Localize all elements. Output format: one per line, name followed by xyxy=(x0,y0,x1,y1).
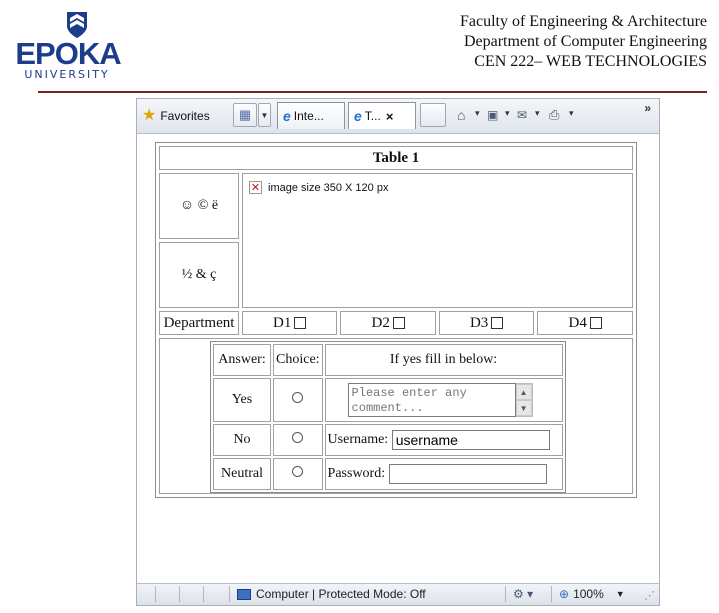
zoom-control[interactable]: ⊕ 100% ▼ xyxy=(559,587,625,601)
image-cell: ✕ image size 350 X 120 px xyxy=(242,173,633,308)
answer-table: Answer: Choice: If yes fill in below: Ye… xyxy=(210,341,566,493)
answer-form-cell: Answer: Choice: If yes fill in below: Ye… xyxy=(159,338,633,494)
department-d3-label: D3 xyxy=(469,314,489,331)
answer-header: Answer: xyxy=(213,344,271,376)
print-menu-icon[interactable]: ▾ xyxy=(569,108,574,119)
mail-icon[interactable]: ✉ xyxy=(517,107,527,123)
symbols-cell-bottom: ½ & ç xyxy=(159,242,239,308)
mail-menu-icon[interactable]: ▾ xyxy=(535,108,540,119)
comment-scrollbar[interactable]: ▲ ▼ xyxy=(515,383,533,417)
logo-wordmark: EPOKA xyxy=(15,36,121,71)
quick-tabs-button[interactable]: ▦ xyxy=(233,103,257,127)
comment-textarea[interactable] xyxy=(347,383,516,417)
home-icon[interactable]: ⌂ xyxy=(457,107,465,123)
image-alt-text: image size 350 X 120 px xyxy=(268,181,389,194)
course-line: CEN 222– WEB TECHNOLOGIES xyxy=(474,53,707,70)
department-d2-cell: D2 xyxy=(340,311,436,335)
scroll-up-icon[interactable]: ▲ xyxy=(515,384,532,400)
department-d1-label: D1 xyxy=(273,314,292,331)
zoom-level: 100% xyxy=(573,587,604,601)
quick-tabs-icon: ▦ xyxy=(238,107,252,122)
status-bar: Computer | Protected Mode: Off ⚙ ▾ ⊕ 100… xyxy=(137,583,659,605)
choice-yes-cell xyxy=(273,378,323,422)
page-content: Table 1 ☺ © ë ✕ image size 350 X 120 px … xyxy=(137,134,659,583)
username-input[interactable] xyxy=(391,430,550,450)
home-menu-icon[interactable]: ▾ xyxy=(475,108,480,119)
feeds-menu-icon[interactable]: ▾ xyxy=(505,108,510,119)
checkbox-d3[interactable] xyxy=(491,317,504,330)
epoka-logo: EPOKA UNIVERSITY xyxy=(8,6,128,84)
username-cell: Username: xyxy=(324,424,563,456)
chevron-down-icon: ▼ xyxy=(260,110,269,120)
print-icon[interactable]: ⎙ xyxy=(549,107,559,123)
broken-image: ✕ image size 350 X 120 px xyxy=(243,174,632,201)
scroll-down-icon[interactable]: ▼ xyxy=(515,400,532,416)
favorites-button[interactable]: ★ Favorites xyxy=(142,106,210,126)
close-tab-icon[interactable]: × xyxy=(386,109,394,124)
password-input[interactable] xyxy=(388,464,547,484)
more-tools-icon[interactable]: » xyxy=(644,101,651,115)
checkbox-d2[interactable] xyxy=(392,317,405,330)
protected-mode-icon[interactable]: ⚙ ▾ xyxy=(513,587,533,601)
status-divider xyxy=(203,586,204,602)
symbols-cell-top: ☺ © ë xyxy=(159,173,239,239)
faculty-line: Faculty of Engineering & Architecture xyxy=(459,13,707,30)
browser-toolbar: ★ Favorites ▦ ▼ e Inte... e T... × ⌂ ▾ ▣… xyxy=(137,99,659,134)
department-line: Department of Computer Engineering xyxy=(463,33,707,50)
department-d2-label: D2 xyxy=(371,314,390,331)
security-zone-label: Computer | Protected Mode: Off xyxy=(256,587,426,601)
radio-no[interactable] xyxy=(292,432,304,443)
logo-subtitle: UNIVERSITY xyxy=(24,68,110,81)
username-label: Username: xyxy=(327,432,389,448)
ie-icon: e xyxy=(354,108,362,124)
department-d4-label: D4 xyxy=(568,314,587,331)
tab-inte[interactable]: e Inte... xyxy=(277,102,345,129)
answer-no: No xyxy=(213,424,271,456)
status-divider xyxy=(229,586,230,602)
ie-icon: e xyxy=(283,108,291,124)
table-1: Table 1 ☺ © ë ✕ image size 350 X 120 px … xyxy=(155,142,637,498)
tab-label: Inte... xyxy=(293,109,324,123)
favorites-star-icon: ★ xyxy=(142,107,157,124)
zoom-icon: ⊕ xyxy=(559,587,570,601)
header-divider xyxy=(38,91,707,93)
choice-no-cell xyxy=(273,424,323,456)
radio-neutral[interactable] xyxy=(292,466,304,477)
favorites-label: Favorites xyxy=(160,109,210,123)
status-divider xyxy=(179,586,180,602)
department-d1-cell: D1 xyxy=(242,311,338,335)
password-cell: Password: xyxy=(324,458,563,490)
tab-active[interactable]: e T... × xyxy=(348,102,416,129)
faculty-heading: Faculty of Engineering & Architecture De… xyxy=(460,12,707,72)
answer-yes: Yes xyxy=(213,378,271,422)
radio-yes[interactable] xyxy=(292,392,304,403)
fill-header: If yes fill in below: xyxy=(324,344,563,376)
department-label: Department xyxy=(159,311,239,335)
security-zone[interactable]: Computer | Protected Mode: Off xyxy=(237,587,426,601)
feeds-icon[interactable]: ▣ xyxy=(487,107,498,123)
department-d3-cell: D3 xyxy=(438,311,535,335)
tab-label: T... xyxy=(364,109,381,123)
checkbox-d1[interactable] xyxy=(294,317,307,330)
checkbox-d4[interactable] xyxy=(589,317,602,330)
choice-header: Choice: xyxy=(273,344,323,376)
broken-image-icon: ✕ xyxy=(249,181,262,194)
department-d4-cell: D4 xyxy=(537,311,633,335)
status-divider xyxy=(551,586,552,602)
status-divider xyxy=(155,586,156,602)
answer-neutral: Neutral xyxy=(213,458,271,490)
browser-window: ★ Favorites ▦ ▼ e Inte... e T... × ⌂ ▾ ▣… xyxy=(136,98,660,606)
choice-neutral-cell xyxy=(273,458,323,490)
comment-box: ▲ ▼ xyxy=(347,383,552,417)
password-label: Password: xyxy=(327,466,386,482)
new-tab-button[interactable] xyxy=(420,103,446,127)
tab-list-button[interactable]: ▼ xyxy=(258,103,271,127)
computer-icon xyxy=(237,588,251,600)
resize-grip-icon[interactable]: ⋰ xyxy=(644,589,655,602)
zoom-menu-icon: ▼ xyxy=(615,589,625,599)
table-caption: Table 1 xyxy=(159,146,633,170)
comment-cell: ▲ ▼ xyxy=(324,378,563,422)
status-divider xyxy=(505,586,506,602)
